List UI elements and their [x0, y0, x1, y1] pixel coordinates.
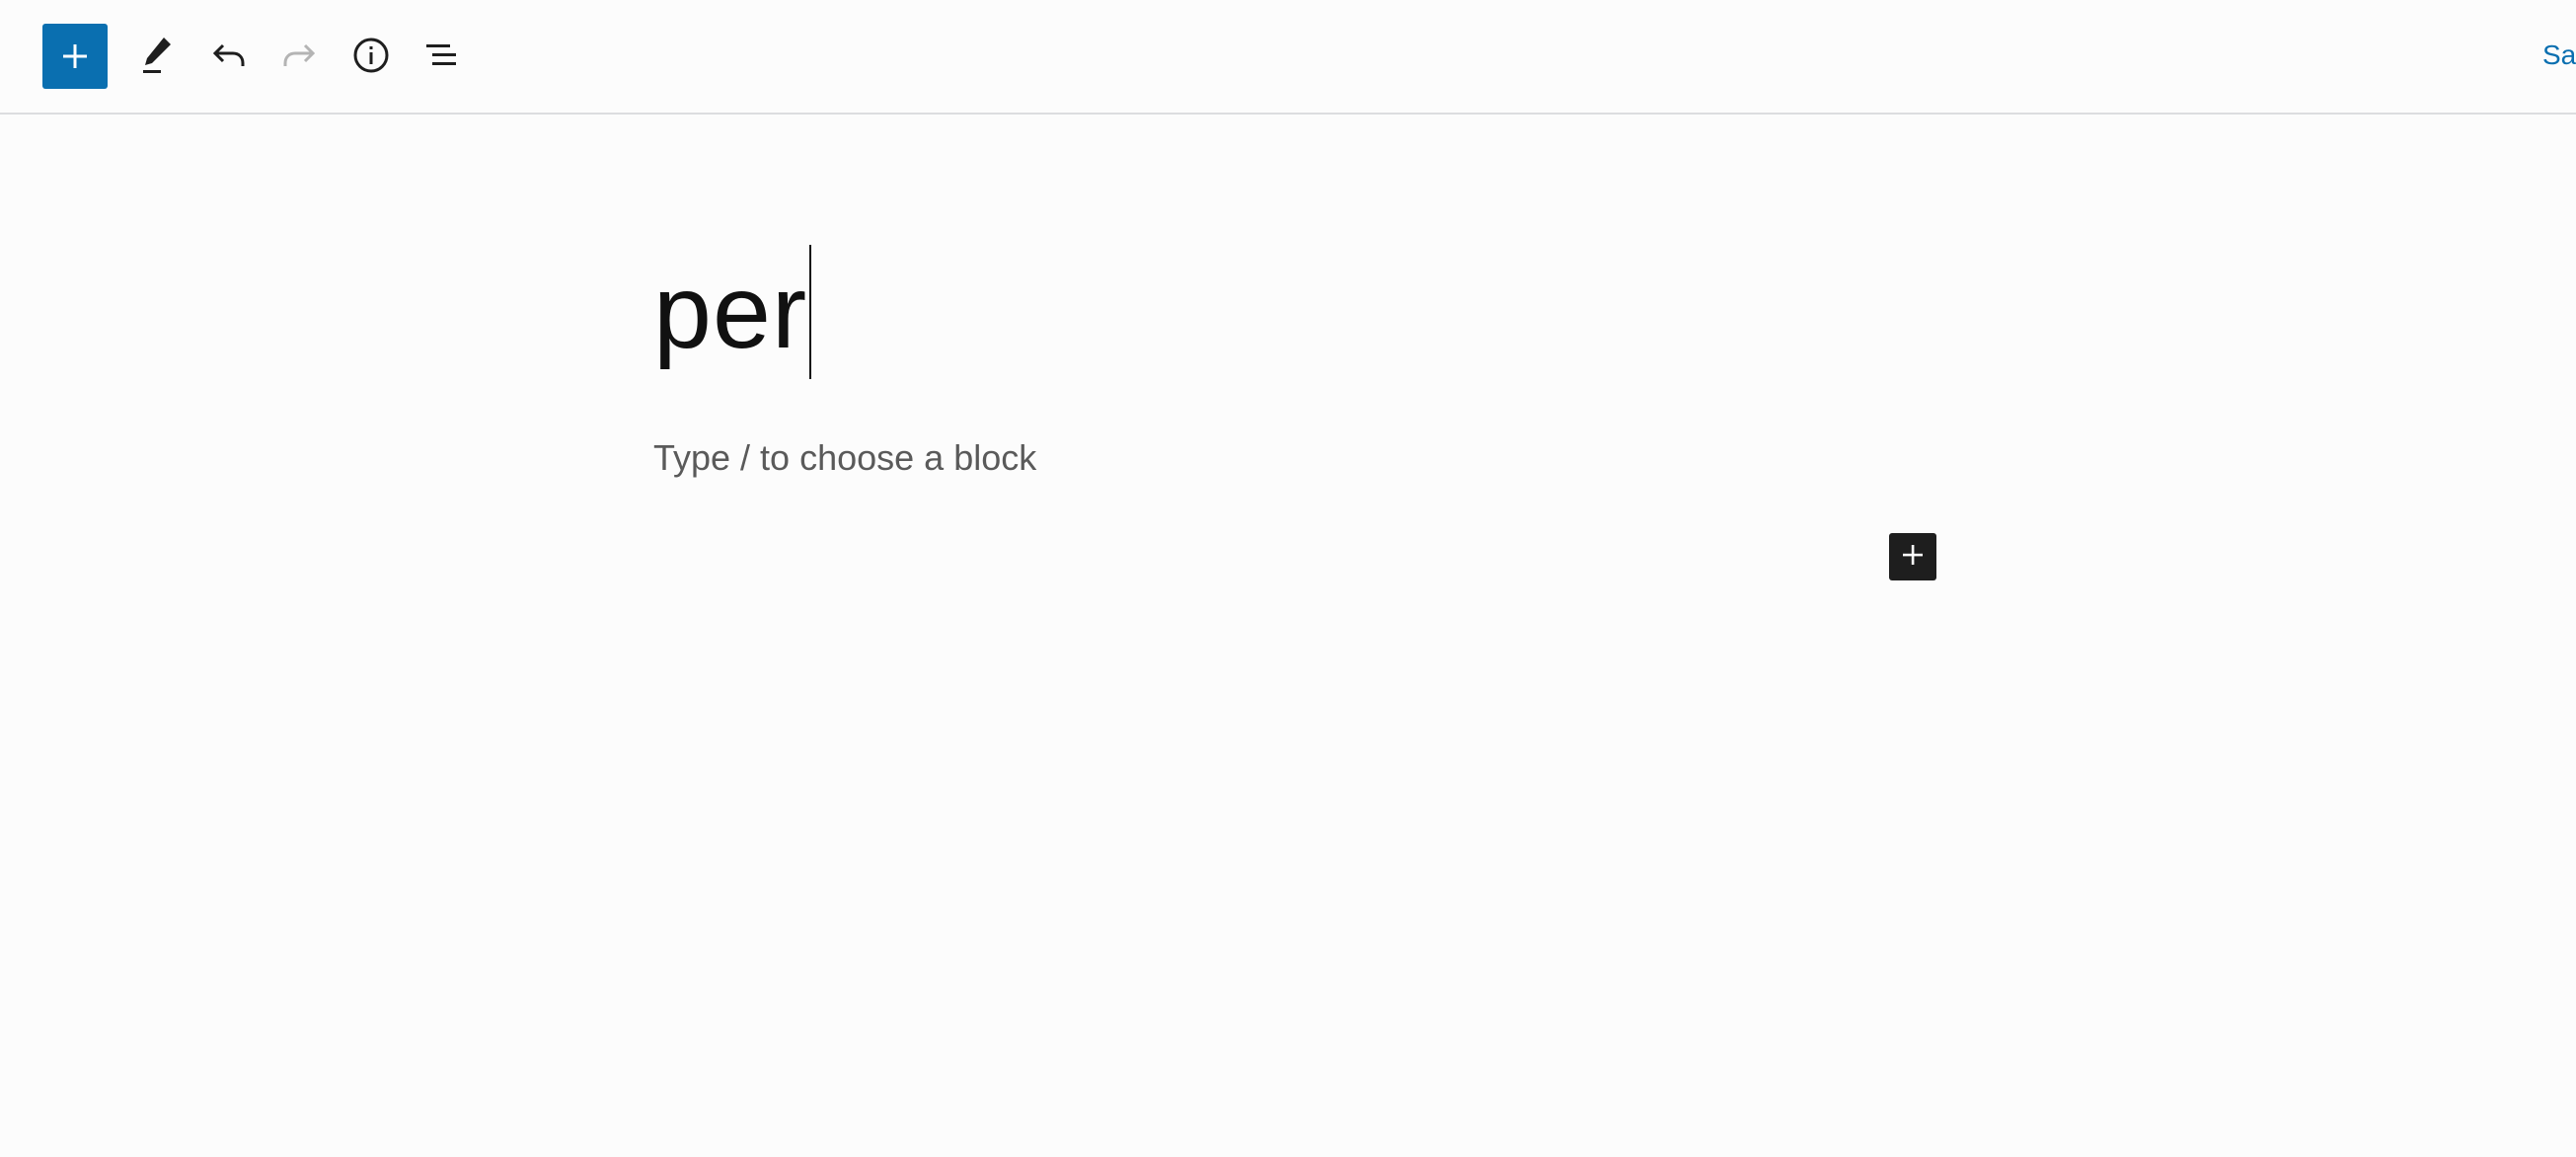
- undo-icon: [209, 36, 249, 75]
- block-inserter-button[interactable]: [1889, 533, 1936, 580]
- list-view-button[interactable]: [411, 24, 474, 87]
- text-caret: [809, 245, 812, 379]
- editor-canvas[interactable]: per Type / to choose a block: [0, 116, 2576, 1157]
- list-view-icon: [422, 36, 462, 75]
- tools-button[interactable]: [124, 24, 188, 87]
- plus-icon: [1900, 542, 1926, 573]
- editor-toolbar: Sa: [0, 0, 2576, 115]
- save-draft-button[interactable]: Sa: [2542, 39, 2576, 71]
- undo-button[interactable]: [197, 24, 261, 87]
- post-title-field[interactable]: per: [653, 243, 812, 381]
- plus-icon: [60, 41, 90, 71]
- info-icon: [351, 36, 391, 75]
- details-button[interactable]: [340, 24, 403, 87]
- default-block-appender[interactable]: Type / to choose a block: [653, 434, 1036, 482]
- post-title-text: per: [653, 254, 808, 370]
- block-inserter-toggle-button[interactable]: [42, 24, 108, 89]
- pencil-icon: [136, 34, 176, 77]
- redo-icon: [279, 36, 319, 75]
- redo-button[interactable]: [267, 24, 331, 87]
